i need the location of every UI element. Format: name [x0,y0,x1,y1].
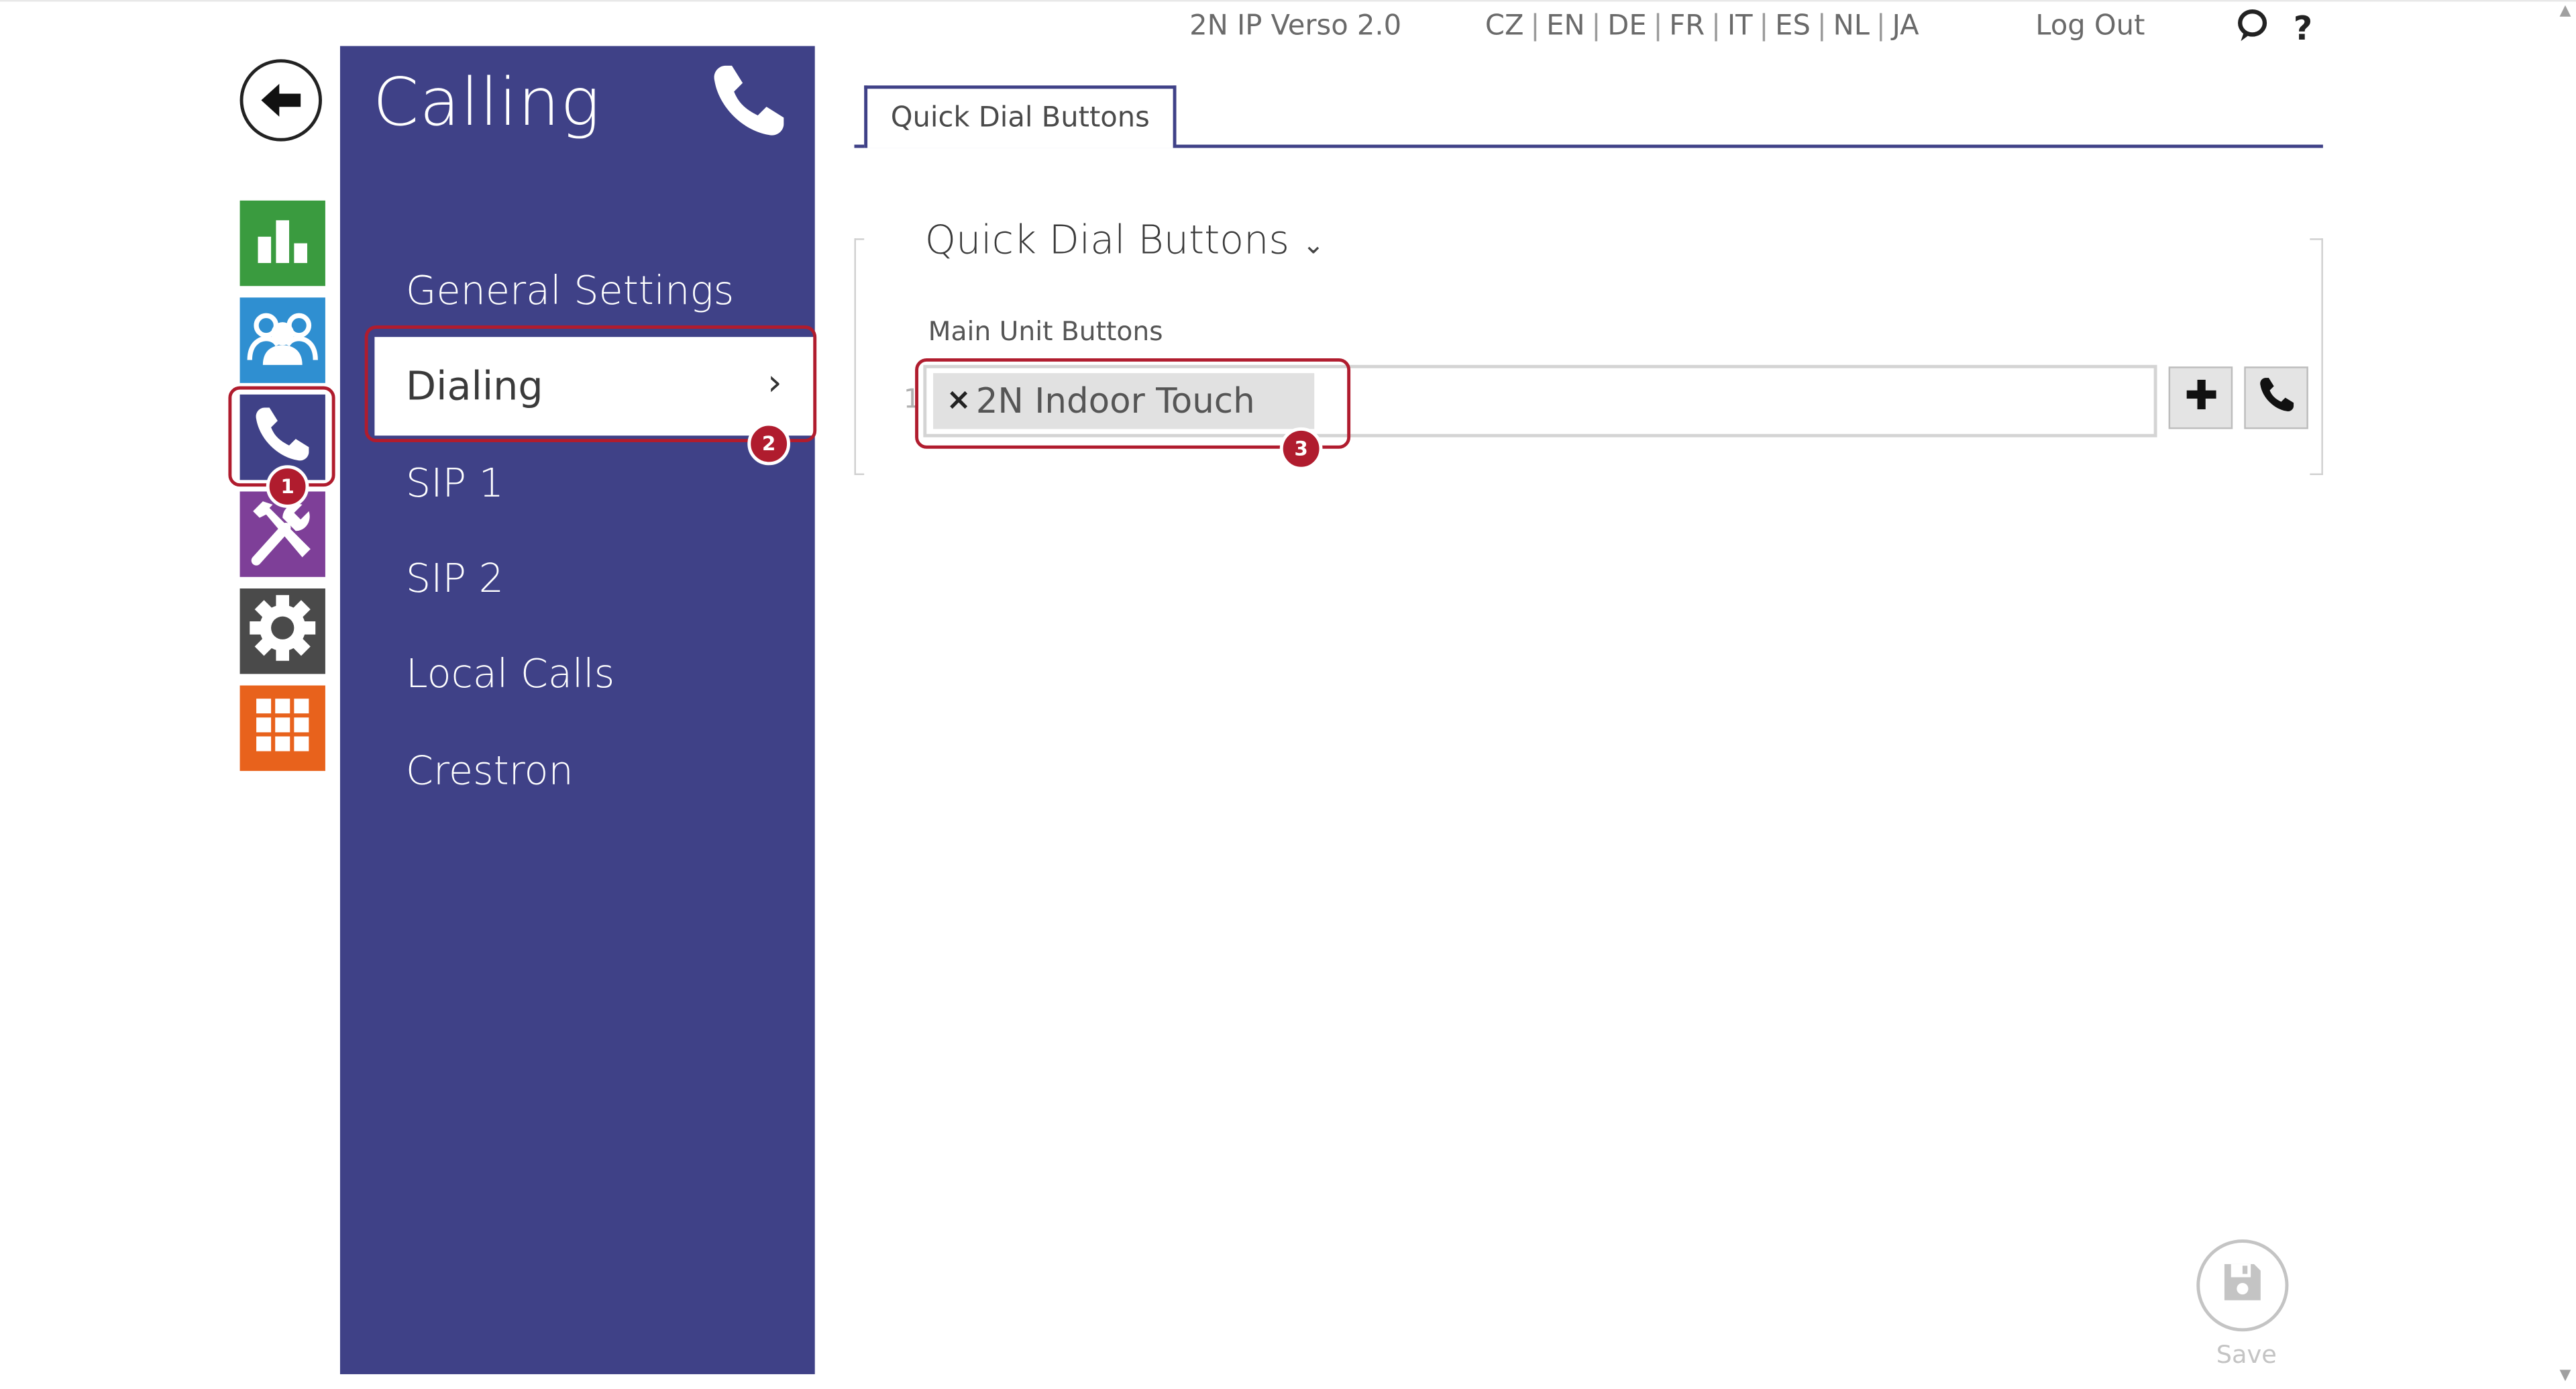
bar-chart-icon [255,213,311,272]
grid-icon [256,699,309,758]
speech-bubble-icon[interactable] [2236,8,2269,52]
gear-icon [248,593,317,669]
status-menu-tile[interactable] [239,200,325,287]
directory-menu-tile[interactable] [239,297,325,383]
sidebar-item-sip-1[interactable]: SIP 1 [406,460,504,507]
scroll-up-icon[interactable]: ▲ [2560,3,2571,19]
sidebar-item-sip-2[interactable]: SIP 2 [406,556,504,602]
sidebar-title: Calling [372,65,601,142]
save-label: Save [2216,1339,2277,1370]
save-button[interactable] [2196,1239,2289,1332]
lang-en[interactable]: EN [1546,10,1585,43]
users-icon [246,307,319,373]
lang-es[interactable]: ES [1775,10,1811,43]
plus-icon [2186,379,2216,416]
sidebar: Calling General Settings Dialing › SIP 1… [339,46,815,1374]
highlight-dialing-item [364,325,817,442]
lang-de[interactable]: DE [1607,10,1646,43]
floppy-disk-icon [2221,1261,2264,1310]
apps-menu-tile[interactable] [239,685,325,771]
section-title: Quick Dial Buttons [924,217,1289,263]
lang-nl[interactable]: NL [1833,10,1870,43]
scroll-down-icon[interactable]: ▼ [2560,1368,2571,1384]
arrow-left-icon[interactable] [239,59,323,142]
sidebar-item-crestron[interactable]: Crestron [406,748,574,794]
sidebar-item-general-settings[interactable]: General Settings [406,268,734,314]
lang-ja[interactable]: JA [1892,10,1919,43]
step-badge-3: 3 [1279,427,1323,470]
add-button[interactable] [2168,366,2233,429]
phone-icon [2257,375,2296,421]
sidebar-item-local-calls[interactable]: Local Calls [406,651,614,697]
lang-it[interactable]: IT [1727,10,1753,43]
main-unit-buttons-label: Main Unit Buttons [928,315,1163,347]
question-icon[interactable]: ? [2294,8,2312,48]
section-bracket-left [854,238,865,475]
product-name: 2N IP Verso 2.0 [1189,9,1402,43]
chevron-down-icon: ⌄ [1302,228,1325,260]
phone-icon [708,59,790,148]
section-header[interactable]: Quick Dial Buttons ⌄ [925,217,1325,263]
lang-fr[interactable]: FR [1669,10,1705,43]
tab-quick-dial-buttons[interactable]: Quick Dial Buttons [864,85,1177,148]
logout-link[interactable]: Log Out [2035,10,2145,43]
lang-cz[interactable]: CZ [1485,10,1524,43]
call-button[interactable] [2244,366,2308,429]
language-switcher: CZ | EN | DE | FR | IT | ES | NL | JA [1485,9,1919,43]
system-menu-tile[interactable] [239,588,325,674]
step-badge-2: 2 [747,422,790,466]
top-border [0,0,2576,2]
section-bracket-right [2310,238,2323,475]
step-badge-1: 1 [266,465,309,508]
